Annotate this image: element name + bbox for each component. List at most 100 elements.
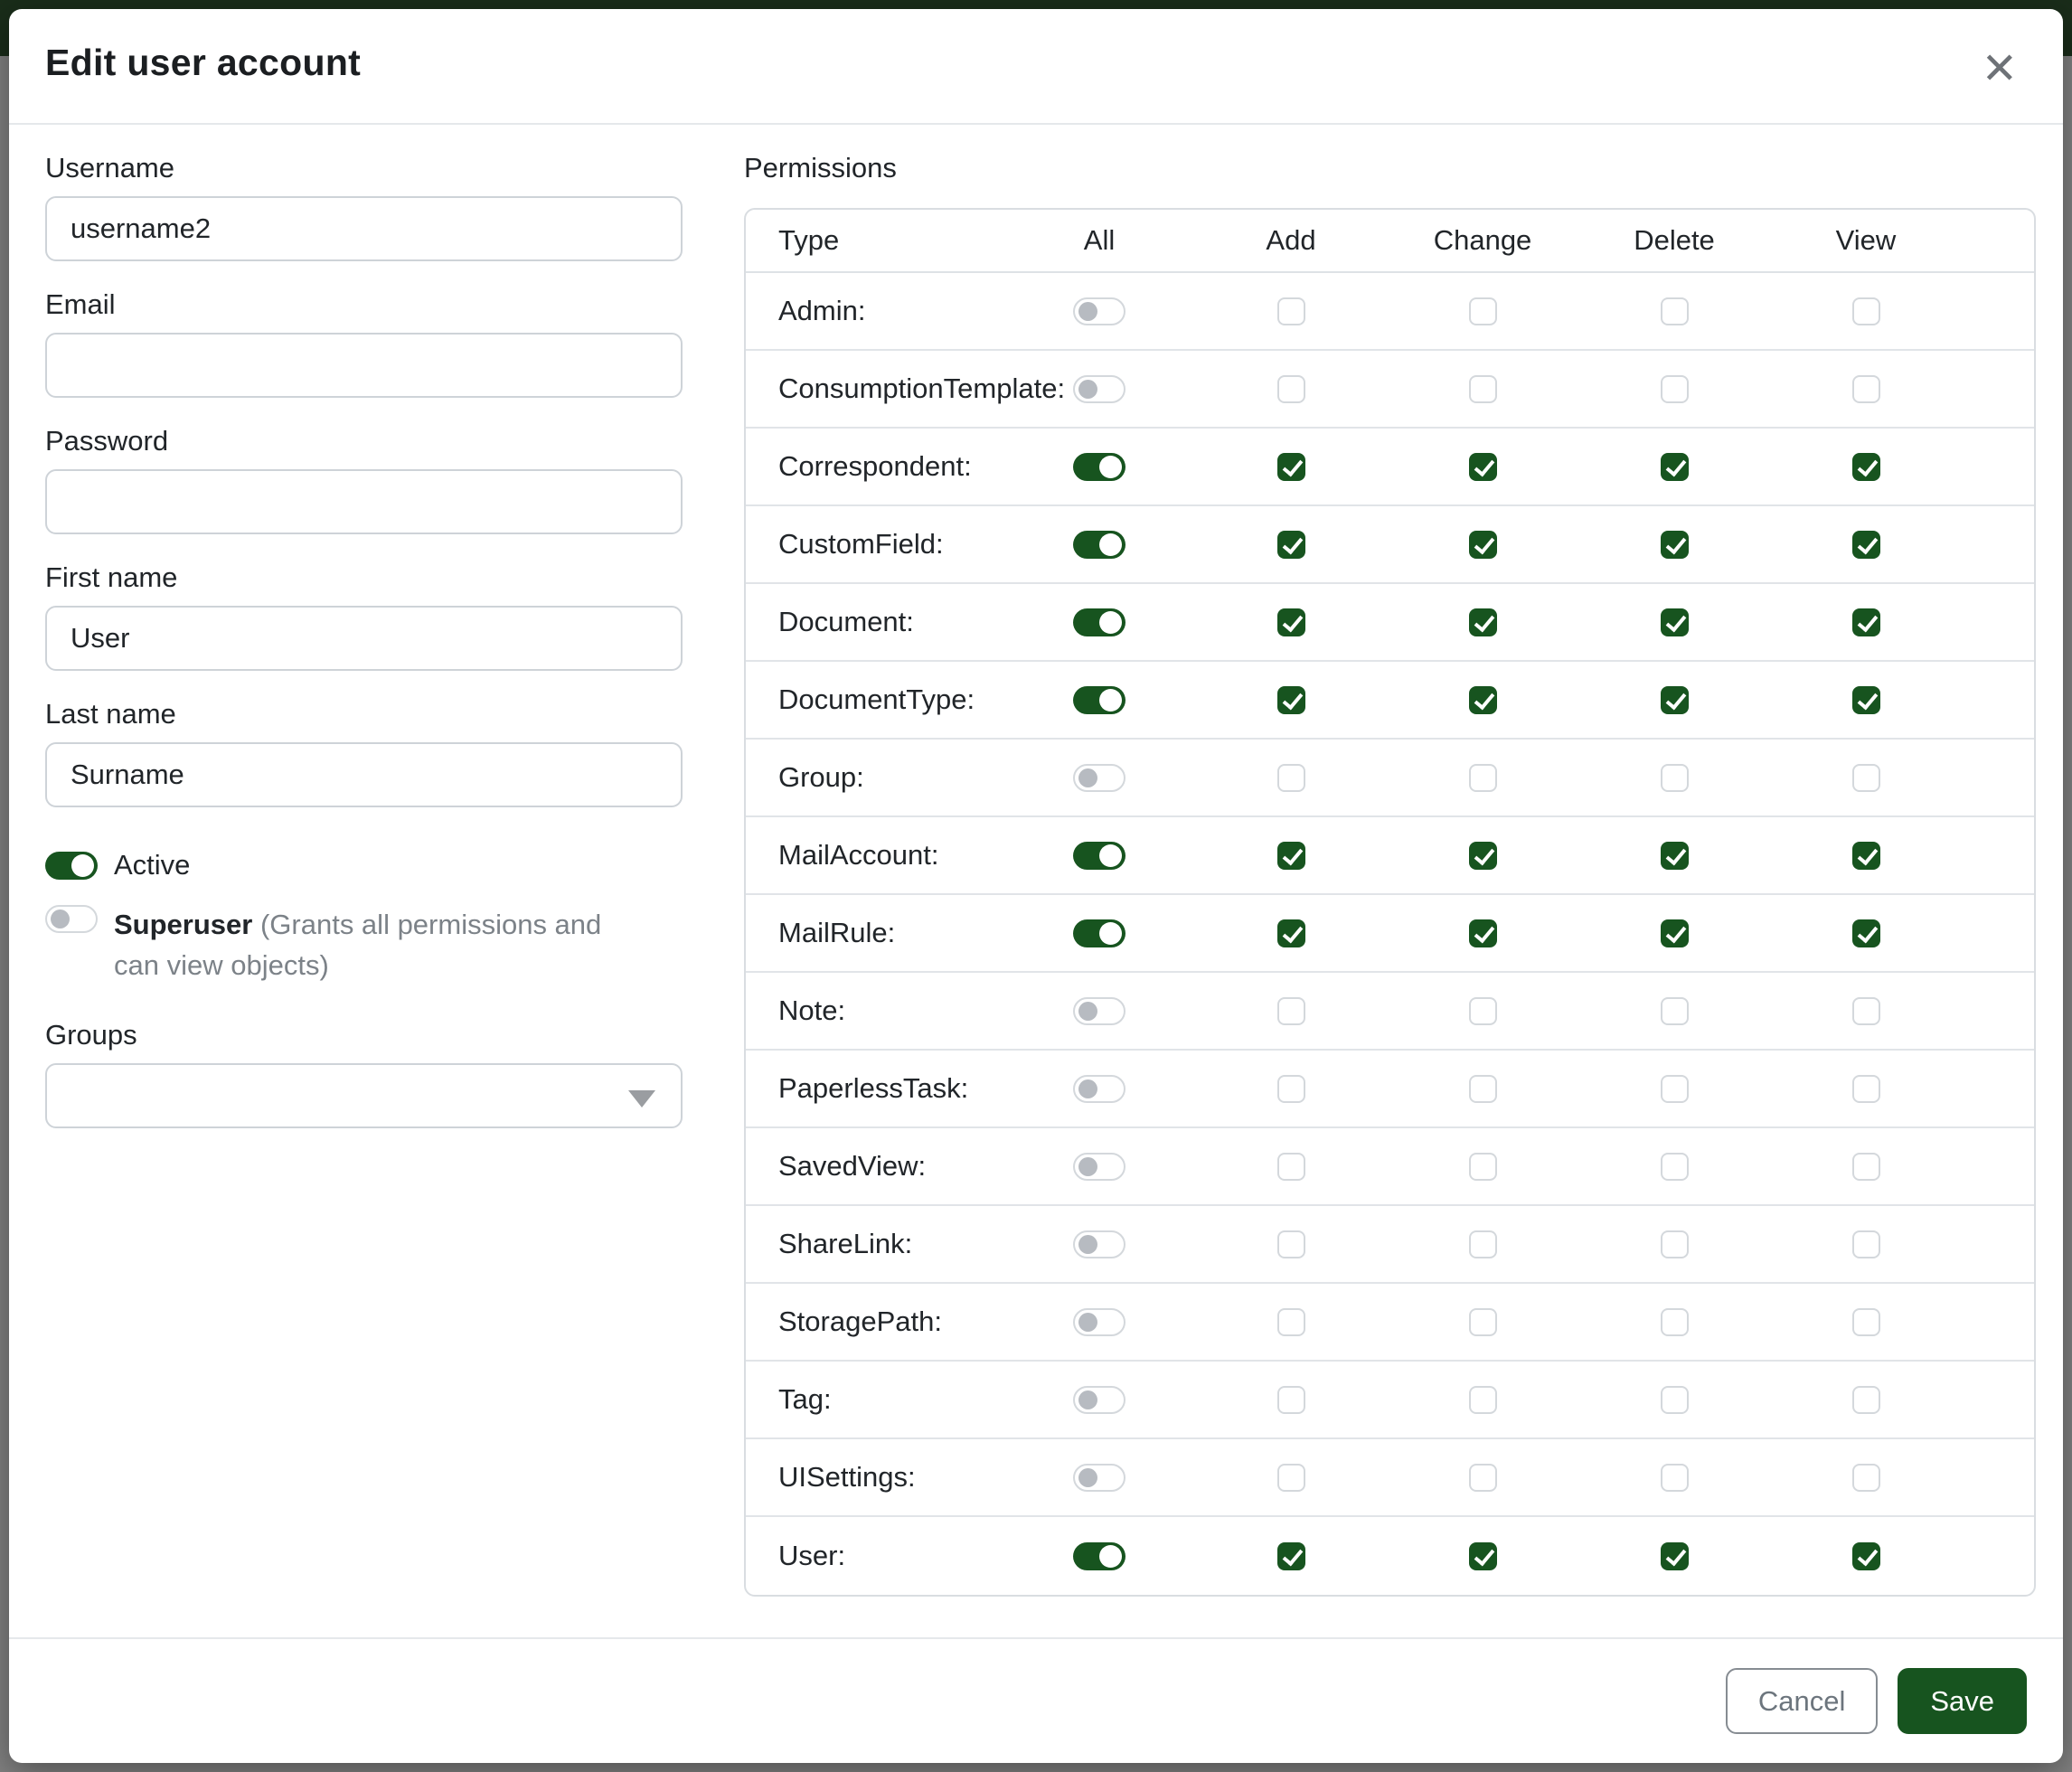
perm-all-toggle[interactable] — [1073, 1542, 1125, 1570]
perm-change-checkbox[interactable] — [1469, 842, 1497, 870]
perm-view-checkbox[interactable] — [1852, 297, 1880, 325]
perm-delete-checkbox[interactable] — [1661, 531, 1689, 559]
perm-view-checkbox[interactable] — [1852, 764, 1880, 792]
active-toggle[interactable] — [45, 852, 98, 880]
perm-add-checkbox[interactable] — [1277, 453, 1305, 481]
save-button[interactable]: Save — [1898, 1668, 2027, 1734]
perm-all-toggle[interactable] — [1073, 919, 1125, 947]
permission-row: StoragePath: — [746, 1284, 2034, 1362]
perm-view-checkbox[interactable] — [1852, 375, 1880, 403]
perm-add-checkbox[interactable] — [1277, 842, 1305, 870]
perm-change-checkbox[interactable] — [1469, 453, 1497, 481]
perm-view-checkbox[interactable] — [1852, 531, 1880, 559]
perm-add-checkbox[interactable] — [1277, 1386, 1305, 1414]
perm-view-checkbox[interactable] — [1852, 1230, 1880, 1258]
perm-delete-checkbox[interactable] — [1661, 1464, 1689, 1492]
perm-view-checkbox[interactable] — [1852, 453, 1880, 481]
perm-all-toggle[interactable] — [1073, 764, 1125, 792]
superuser-toggle[interactable] — [45, 905, 98, 933]
password-field[interactable] — [45, 469, 683, 534]
perm-all-toggle[interactable] — [1073, 1153, 1125, 1181]
perm-change-checkbox[interactable] — [1469, 297, 1497, 325]
cancel-button[interactable]: Cancel — [1726, 1668, 1879, 1734]
permission-row: CustomField: — [746, 506, 2034, 584]
perm-all-toggle[interactable] — [1073, 1308, 1125, 1336]
perm-add-checkbox[interactable] — [1277, 608, 1305, 636]
perm-view-checkbox[interactable] — [1852, 1153, 1880, 1181]
perm-all-toggle[interactable] — [1073, 297, 1125, 325]
perm-view-checkbox[interactable] — [1852, 686, 1880, 714]
perm-view-checkbox[interactable] — [1852, 608, 1880, 636]
perm-delete-checkbox[interactable] — [1661, 453, 1689, 481]
permission-row: Tag: — [746, 1362, 2034, 1439]
perm-view-checkbox[interactable] — [1852, 1542, 1880, 1570]
perm-delete-checkbox[interactable] — [1661, 997, 1689, 1025]
perm-add-checkbox[interactable] — [1277, 919, 1305, 947]
perm-change-checkbox[interactable] — [1469, 531, 1497, 559]
perm-add-checkbox[interactable] — [1277, 997, 1305, 1025]
perm-change-checkbox[interactable] — [1469, 608, 1497, 636]
perm-change-checkbox[interactable] — [1469, 997, 1497, 1025]
perm-add-checkbox[interactable] — [1277, 686, 1305, 714]
perm-all-toggle[interactable] — [1073, 842, 1125, 870]
perm-delete-checkbox[interactable] — [1661, 1542, 1689, 1570]
perm-add-checkbox[interactable] — [1277, 764, 1305, 792]
perm-delete-checkbox[interactable] — [1661, 1153, 1689, 1181]
perm-view-checkbox[interactable] — [1852, 1386, 1880, 1414]
perm-change-checkbox[interactable] — [1469, 1153, 1497, 1181]
perm-change-checkbox[interactable] — [1469, 1386, 1497, 1414]
perm-delete-checkbox[interactable] — [1661, 686, 1689, 714]
perm-delete-checkbox[interactable] — [1661, 1230, 1689, 1258]
perm-change-checkbox[interactable] — [1469, 919, 1497, 947]
perm-view-checkbox[interactable] — [1852, 1075, 1880, 1103]
perm-delete-checkbox[interactable] — [1661, 919, 1689, 947]
perm-delete-checkbox[interactable] — [1661, 297, 1689, 325]
perm-all-toggle[interactable] — [1073, 1464, 1125, 1492]
perm-all-toggle[interactable] — [1073, 1386, 1125, 1414]
perm-view-checkbox[interactable] — [1852, 997, 1880, 1025]
last-name-input[interactable] — [45, 742, 683, 807]
perm-delete-checkbox[interactable] — [1661, 764, 1689, 792]
perm-all-toggle[interactable] — [1073, 1075, 1125, 1103]
permission-type-label: User: — [746, 1540, 1003, 1572]
perm-add-checkbox[interactable] — [1277, 1153, 1305, 1181]
perm-all-toggle[interactable] — [1073, 997, 1125, 1025]
perm-change-checkbox[interactable] — [1469, 1464, 1497, 1492]
perm-all-toggle[interactable] — [1073, 686, 1125, 714]
perm-all-toggle[interactable] — [1073, 531, 1125, 559]
perm-add-checkbox[interactable] — [1277, 1075, 1305, 1103]
perm-change-checkbox[interactable] — [1469, 1542, 1497, 1570]
perm-add-checkbox[interactable] — [1277, 1542, 1305, 1570]
perm-delete-checkbox[interactable] — [1661, 1386, 1689, 1414]
username-input[interactable] — [45, 196, 683, 261]
perm-view-checkbox[interactable] — [1852, 842, 1880, 870]
perm-all-toggle[interactable] — [1073, 608, 1125, 636]
perm-add-checkbox[interactable] — [1277, 1464, 1305, 1492]
perm-delete-checkbox[interactable] — [1661, 608, 1689, 636]
perm-change-checkbox[interactable] — [1469, 686, 1497, 714]
perm-delete-checkbox[interactable] — [1661, 1308, 1689, 1336]
perm-change-checkbox[interactable] — [1469, 375, 1497, 403]
perm-change-checkbox[interactable] — [1469, 764, 1497, 792]
perm-delete-checkbox[interactable] — [1661, 1075, 1689, 1103]
close-button[interactable]: ✕ — [1973, 43, 2027, 94]
perm-view-checkbox[interactable] — [1852, 1308, 1880, 1336]
perm-change-checkbox[interactable] — [1469, 1075, 1497, 1103]
perm-all-toggle[interactable] — [1073, 1230, 1125, 1258]
perm-view-checkbox[interactable] — [1852, 919, 1880, 947]
perm-change-checkbox[interactable] — [1469, 1230, 1497, 1258]
perm-add-checkbox[interactable] — [1277, 531, 1305, 559]
perm-change-checkbox[interactable] — [1469, 1308, 1497, 1336]
perm-view-checkbox[interactable] — [1852, 1464, 1880, 1492]
perm-add-checkbox[interactable] — [1277, 297, 1305, 325]
perm-all-toggle[interactable] — [1073, 375, 1125, 403]
email-field[interactable] — [45, 333, 683, 398]
perm-all-toggle[interactable] — [1073, 453, 1125, 481]
perm-add-checkbox[interactable] — [1277, 1230, 1305, 1258]
perm-add-checkbox[interactable] — [1277, 1308, 1305, 1336]
perm-delete-checkbox[interactable] — [1661, 842, 1689, 870]
perm-add-checkbox[interactable] — [1277, 375, 1305, 403]
perm-delete-checkbox[interactable] — [1661, 375, 1689, 403]
first-name-input[interactable] — [45, 606, 683, 671]
groups-select[interactable] — [45, 1063, 683, 1128]
